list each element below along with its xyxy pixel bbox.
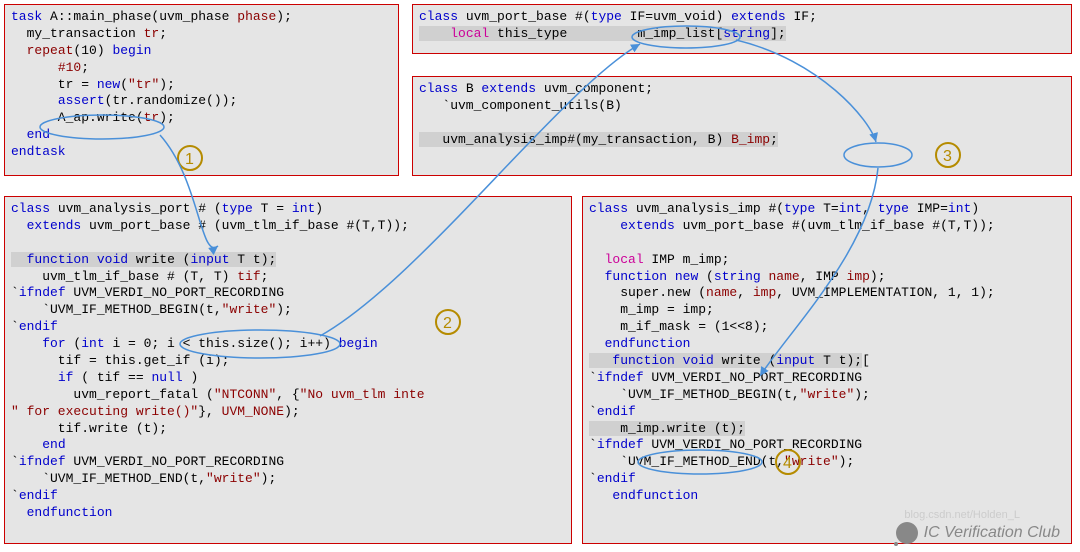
watermark-main: IC Verification Club [896, 522, 1060, 544]
watermark-sub: blog.csdn.net/Holden_L [904, 508, 1020, 522]
code-pane-port-base: class uvm_port_base #(type IF=uvm_void) … [412, 4, 1072, 54]
code-pane-analysis-imp: class uvm_analysis_imp #(type T=int, typ… [582, 196, 1072, 544]
code-pane-analysis-port: class uvm_analysis_port # (type T = int)… [4, 196, 572, 544]
code-pane-task-a: task A::main_phase(uvm_phase phase); my_… [4, 4, 399, 176]
code-pane-class-b: class B extends uvm_component; `uvm_comp… [412, 76, 1072, 176]
wechat-icon [896, 522, 918, 544]
